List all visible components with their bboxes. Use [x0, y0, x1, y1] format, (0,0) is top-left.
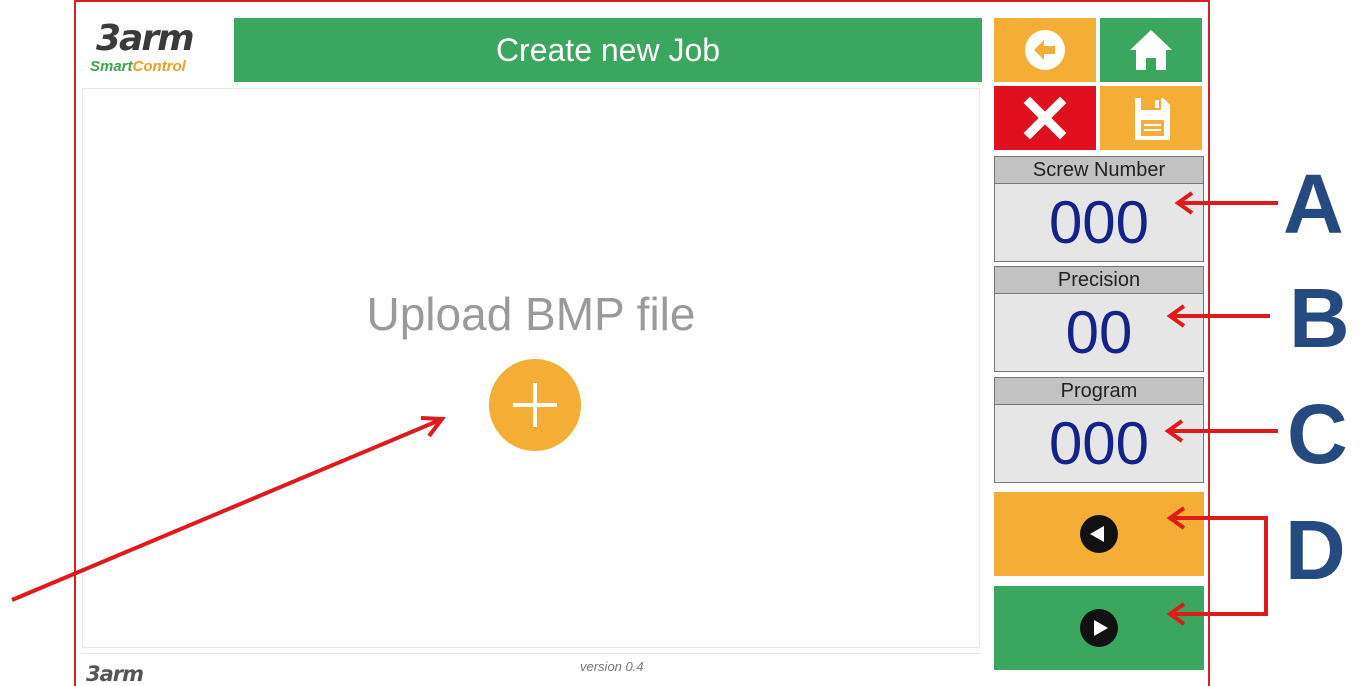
annotation-marker-c: C — [1287, 387, 1348, 481]
upload-label: Upload BMP file — [366, 288, 696, 340]
back-button[interactable] — [994, 18, 1096, 82]
previous-button[interactable] — [994, 492, 1204, 576]
footer-logo: 3arm — [86, 662, 144, 686]
page-title: Create new Job — [234, 18, 982, 82]
logo-wordmark: 3arm — [96, 18, 195, 59]
logo-subtitle-control: Control — [132, 58, 186, 75]
version-label: version 0.4 — [580, 659, 644, 674]
image-canvas: Upload BMP file — [82, 88, 980, 648]
previous-arrow-icon — [1080, 515, 1118, 553]
home-icon — [1130, 30, 1172, 70]
upload-bmp-button[interactable] — [489, 359, 581, 451]
precision-label: Precision — [995, 267, 1203, 294]
next-button[interactable] — [994, 586, 1204, 670]
annotation-marker-a: A — [1283, 157, 1344, 251]
logo-subtitle: SmartControl — [90, 58, 186, 75]
precision-value[interactable]: 00 — [995, 294, 1203, 372]
save-floppy-icon — [1135, 98, 1170, 140]
cancel-button[interactable] — [994, 86, 1096, 150]
screw-number-value[interactable]: 000 — [995, 184, 1203, 262]
precision-field[interactable]: Precision 00 — [994, 266, 1204, 372]
save-button[interactable] — [1100, 86, 1202, 150]
footer-divider — [82, 653, 980, 654]
annotation-marker-b: B — [1289, 271, 1350, 365]
back-arrow-icon — [1025, 30, 1065, 70]
program-value[interactable]: 000 — [995, 405, 1203, 483]
close-x-icon — [1023, 96, 1067, 140]
app-logo: 3arm SmartControl — [86, 18, 232, 82]
home-button[interactable] — [1100, 18, 1202, 82]
program-field[interactable]: Program 000 — [994, 377, 1204, 483]
annotation-marker-d: D — [1285, 503, 1346, 597]
next-arrow-icon — [1080, 609, 1118, 647]
logo-subtitle-smart: Smart — [90, 58, 133, 75]
screw-number-field[interactable]: Screw Number 000 — [994, 156, 1204, 262]
screw-number-label: Screw Number — [995, 157, 1203, 184]
program-label: Program — [995, 378, 1203, 405]
